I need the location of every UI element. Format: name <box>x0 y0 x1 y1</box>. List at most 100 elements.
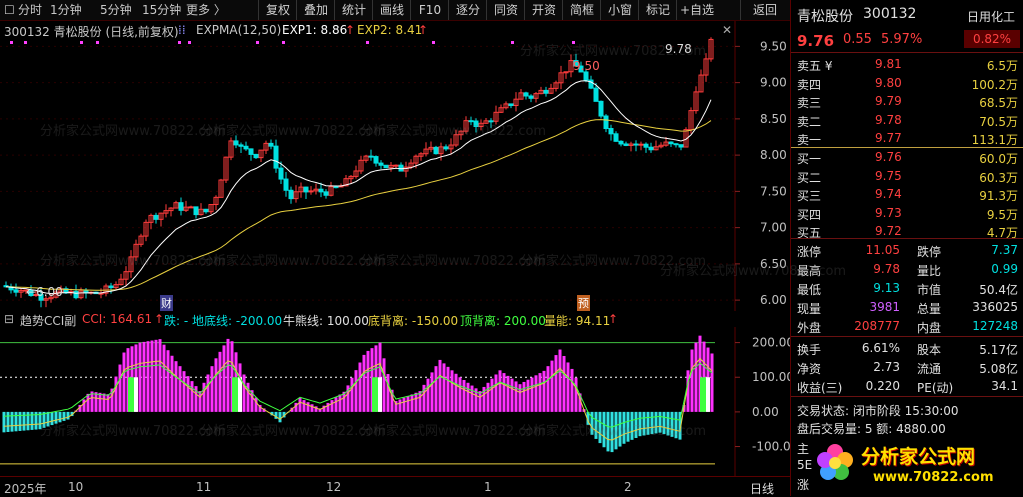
buy-price: 9.75 <box>875 168 902 183</box>
sell-row[interactable]: 卖四 9.80 100.2万 <box>791 74 1023 93</box>
stat-row: 换手 6.61% 股本 5.17亿 <box>791 339 1023 358</box>
cci-bar <box>490 378 494 412</box>
cci-bar <box>666 411 670 436</box>
cci-bar <box>178 366 182 412</box>
buy-row[interactable]: 买二 9.75 60.3万 <box>791 167 1023 186</box>
cci-bar <box>450 370 454 412</box>
mark-button[interactable]: 标记 <box>638 0 677 20</box>
mid-annotation: 9.50 <box>573 59 600 73</box>
sell-volume: 113.1万 <box>971 133 1018 148</box>
signal-bar <box>128 377 134 412</box>
tab-1min[interactable]: 1分钟 <box>50 2 82 18</box>
jiankuang-button[interactable]: 简框 <box>562 0 601 20</box>
buy-label: 买一 <box>797 152 822 166</box>
divider <box>791 238 1023 239</box>
signal-bar <box>378 377 382 412</box>
signal-dot <box>188 41 191 44</box>
candle-body <box>203 208 209 213</box>
cci-bar <box>306 402 310 412</box>
candle-body <box>593 87 599 102</box>
tab-15min[interactable]: 15分钟 <box>142 2 181 18</box>
tongzi-button[interactable]: 同资 <box>486 0 525 20</box>
zhufen-button[interactable]: 逐分 <box>448 0 487 20</box>
cci-bar <box>538 373 542 412</box>
cci-bar <box>358 362 362 412</box>
trade-status-row: 交易状态: 闭市阶段 15:30:00 <box>791 400 1023 419</box>
kaizi-button[interactable]: 开资 <box>524 0 563 20</box>
exp1-line <box>5 80 712 295</box>
sell-volume: 6.5万 <box>986 59 1018 73</box>
y-tick-label: 8.00 <box>760 148 787 162</box>
cci-bar <box>154 339 158 412</box>
candle-body <box>303 186 309 193</box>
stat-row: 收益(三) 0.220 PE(动) 34.1 <box>791 377 1023 396</box>
cci-bar <box>82 399 86 412</box>
tab-more[interactable]: 更多 〉 <box>186 2 226 18</box>
draw-line-button[interactable]: 画线 <box>372 0 411 20</box>
sell-row[interactable]: 卖一 9.77 113.1万 <box>791 129 1023 148</box>
sub-menu-icon[interactable]: ⊟ <box>4 312 14 326</box>
buy-label: 买四 <box>797 207 822 222</box>
sell-row[interactable]: 卖三 9.79 68.5万 <box>791 92 1023 111</box>
cci-bar <box>62 411 66 421</box>
yugao-marker[interactable]: 预 <box>577 295 590 311</box>
buy-price: 9.73 <box>875 205 902 220</box>
signal-bar <box>232 377 238 412</box>
back-button[interactable]: 返回 <box>740 0 789 20</box>
candle-body <box>188 206 194 209</box>
cci-bar <box>326 402 330 412</box>
axis-jan: 1 <box>484 480 492 494</box>
industry-name[interactable]: 日用化工 <box>967 8 1015 25</box>
sell-row[interactable]: 卖五 ¥ 9.81 6.5万 <box>791 55 1023 74</box>
cci-bar <box>550 360 554 412</box>
sell-price: 9.78 <box>875 112 902 127</box>
stat-label: 量比 <box>917 264 942 278</box>
cci-bar <box>670 411 674 437</box>
candle-body <box>638 143 644 146</box>
small-window-button[interactable]: 小窗 <box>600 0 639 20</box>
fuquan-button[interactable]: 复权 <box>258 0 297 20</box>
candle-body <box>678 144 684 148</box>
buy-row[interactable]: 买一 9.76 60.0万 <box>791 148 1023 167</box>
tab-5min[interactable]: 5分钟 <box>100 2 132 18</box>
overlay-button[interactable]: 叠加 <box>296 0 335 20</box>
stat-value: 6.61% <box>861 341 900 355</box>
stat-label: 市值 <box>917 283 942 297</box>
buy-row[interactable]: 买四 9.73 9.5万 <box>791 204 1023 223</box>
candle-body <box>268 142 274 147</box>
y-tick-label: -100.00 <box>752 440 790 454</box>
axis-year: 2025年 <box>4 482 47 496</box>
divider <box>791 52 1023 53</box>
cci-bar <box>2 411 6 433</box>
stat-value: 2.73 <box>873 360 900 374</box>
cci-bar <box>14 411 18 432</box>
sell-label: 卖二 <box>797 114 822 129</box>
candle-body <box>468 120 474 123</box>
signal-dot <box>511 41 514 44</box>
signal-dot <box>572 41 575 44</box>
cci-bar <box>222 345 226 412</box>
tab-fenshi[interactable]: 分时 <box>18 2 42 18</box>
add-watchlist-button[interactable]: +自选 <box>676 0 717 20</box>
signal-dot <box>80 41 83 44</box>
change-value: 0.55 <box>843 32 872 47</box>
caibao-marker[interactable]: 财 <box>160 295 173 311</box>
buy-row[interactable]: 买三 9.74 91.3万 <box>791 185 1023 204</box>
stat-label: 跌停 <box>917 245 942 259</box>
stat-value: 0.220 <box>865 379 900 393</box>
stock-name: 青松股份 <box>797 9 853 25</box>
energy-arrow: ↑ <box>608 312 619 326</box>
candle-body <box>238 144 244 147</box>
candle-body <box>598 100 604 117</box>
cci-bar <box>470 385 474 412</box>
cci-bar <box>142 341 146 412</box>
main-grid <box>0 45 735 301</box>
period-label[interactable]: 日线 <box>750 480 774 497</box>
f10-button[interactable]: F10 <box>410 0 449 20</box>
candle-body <box>488 120 494 123</box>
stats-button[interactable]: 统计 <box>334 0 373 20</box>
candle-body <box>178 202 184 211</box>
trade-status: 交易状态: 闭市阶段 15:30:00 <box>797 404 959 418</box>
cci-bar <box>458 377 462 412</box>
sell-row[interactable]: 卖二 9.78 70.5万 <box>791 111 1023 130</box>
